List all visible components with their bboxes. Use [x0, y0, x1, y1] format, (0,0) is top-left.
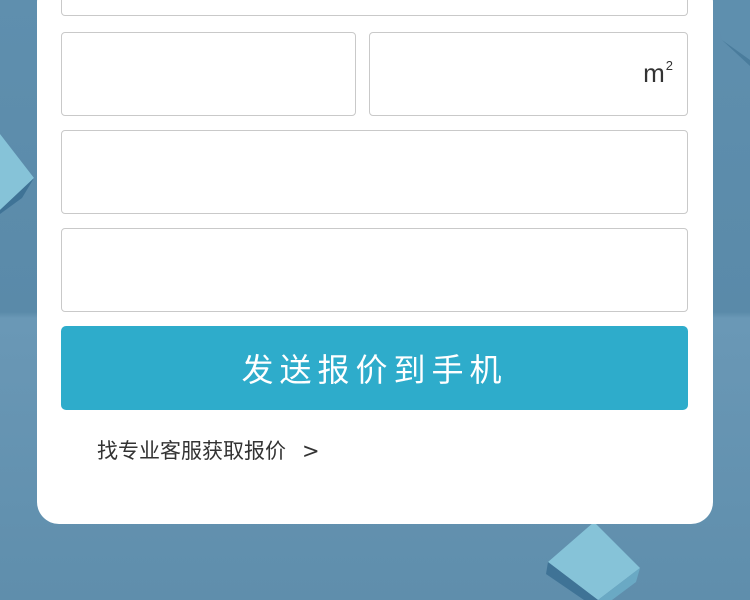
decorative-cube-top-right: [712, 0, 750, 66]
decorative-cube-bottom: [546, 522, 640, 600]
fourth-input[interactable]: [62, 229, 687, 311]
left-input[interactable]: [62, 33, 355, 115]
chevron-right-icon: >: [302, 439, 320, 463]
quote-form-card: m2 发送报价到手机 找专业客服获取报价 >: [37, 0, 713, 524]
area-input[interactable]: [370, 33, 687, 115]
left-input-field[interactable]: [61, 32, 356, 116]
decorative-cube-left: [0, 134, 34, 214]
customer-service-link-label: 找专业客服获取报价: [97, 439, 286, 463]
third-input-field[interactable]: [61, 130, 688, 214]
third-input[interactable]: [62, 131, 687, 213]
area-input-field[interactable]: m2: [369, 32, 688, 116]
send-quote-button[interactable]: 发送报价到手机: [61, 326, 688, 410]
area-unit-label: m2: [643, 58, 673, 88]
top-input[interactable]: [62, 0, 687, 15]
top-input-field[interactable]: [61, 0, 688, 16]
fourth-input-field[interactable]: [61, 228, 688, 312]
customer-service-link[interactable]: 找专业客服获取报价 >: [97, 435, 320, 465]
